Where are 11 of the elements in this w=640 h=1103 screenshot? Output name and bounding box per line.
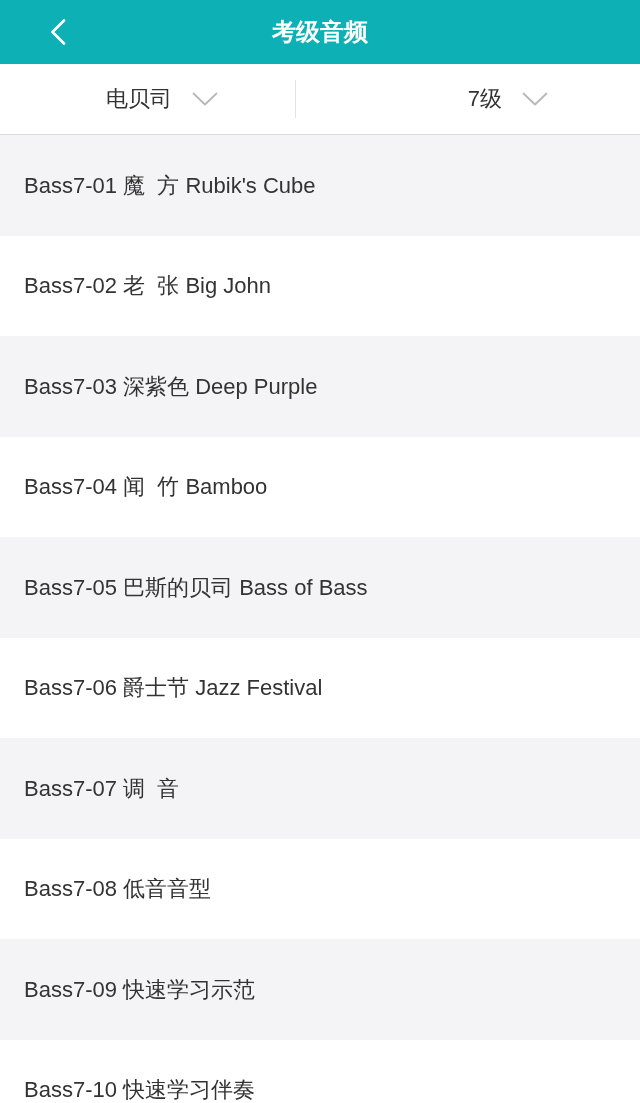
track-list-item[interactable]: Bass7-01 魔 方 Rubik's Cube: [0, 135, 640, 236]
track-list-item[interactable]: Bass7-05 巴斯的贝司 Bass of Bass: [0, 537, 640, 638]
page-title: 考级音频: [272, 20, 368, 44]
track-list-item[interactable]: Bass7-03 深紫色 Deep Purple: [0, 336, 640, 437]
filter-dropdown[interactable]: 7级: [295, 64, 640, 134]
back-chevron-icon: [50, 19, 66, 45]
chevron-down-icon: [521, 92, 548, 106]
filter-dropdown[interactable]: 电贝司: [0, 64, 295, 134]
chevron-down-icon: [192, 92, 219, 106]
track-list-item[interactable]: Bass7-09 快速学习示范: [0, 939, 640, 1040]
track-list-item[interactable]: Bass7-07 调 音: [0, 738, 640, 839]
